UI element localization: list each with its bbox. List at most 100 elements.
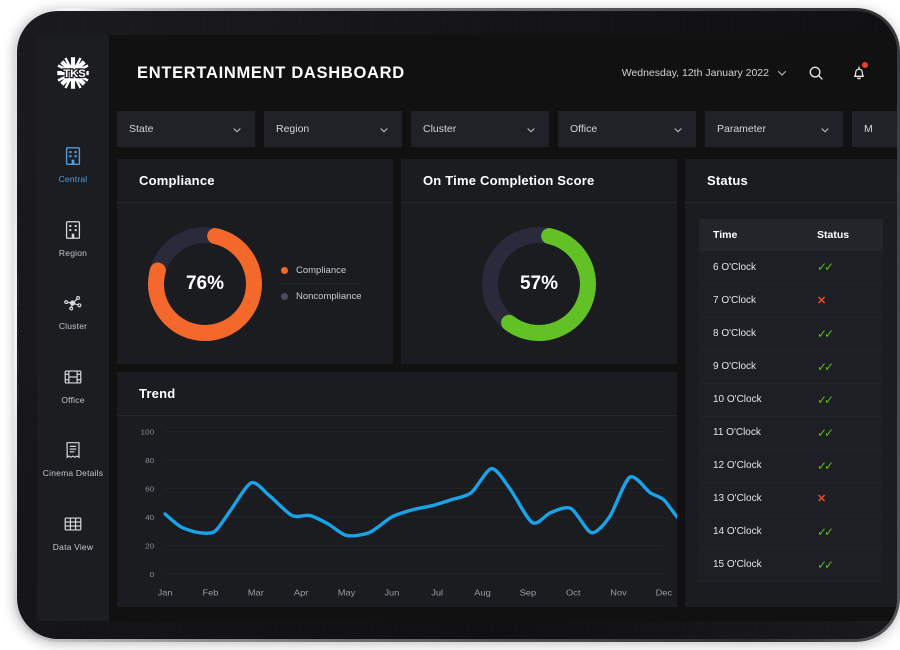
legend-item: Noncompliance (281, 283, 361, 309)
x-axis-tick-label: Oct (566, 588, 581, 597)
table-row[interactable]: 14 O'Clock ✓✓ (699, 515, 883, 548)
sidebar-item-cinema-details[interactable]: Cinema Details (37, 429, 109, 487)
filter-row: State Region Cluster (109, 111, 897, 147)
cell-status: ✓✓ (811, 251, 883, 284)
status-ok-icon: ✓✓ (817, 459, 831, 473)
table-row[interactable]: 12 O'Clock✓✓ (699, 449, 883, 482)
donut-graphic: 76% (143, 222, 267, 346)
cell-time: 14 O'Clock (699, 515, 811, 548)
svg-text:TKS: TKS (63, 68, 86, 80)
card-body: 020406080100JanFebMarAprMayJunJulAugSepO… (117, 416, 677, 607)
sidebar-item-label: Data View (53, 542, 93, 553)
filter-region[interactable]: Region (264, 111, 402, 147)
legend-color-dot (281, 267, 288, 274)
cell-status: ✕ (811, 284, 883, 317)
sidebar-item-central[interactable]: Central (37, 135, 109, 193)
film-strip-icon (62, 366, 84, 388)
filter-state[interactable]: State (117, 111, 255, 147)
card-title: On Time Completion Score (423, 173, 594, 188)
x-axis-tick-label: Sep (520, 588, 537, 597)
table-row[interactable]: 13 O'Clock✕ (699, 482, 883, 515)
table-row[interactable]: 7 O'Clock✕ (699, 284, 883, 317)
sidebar-item-label: Office (61, 395, 84, 406)
table-head: Time Status (699, 219, 883, 251)
x-axis-tick-label: Aug (474, 588, 491, 597)
y-axis-tick-label: 20 (145, 542, 154, 550)
cell-time: 10 O'Clock (699, 383, 811, 416)
cell-status: ✓✓ (811, 416, 883, 449)
sidebar-item-label: Region (59, 248, 87, 259)
network-nodes-icon (62, 292, 84, 314)
card-title: Trend (139, 386, 175, 401)
card-header: Status (685, 159, 897, 203)
status-ok-icon: ✓✓ (817, 426, 831, 440)
table-row[interactable]: 10 O'Clock ✓✓ (699, 383, 883, 416)
sidebar-item-label: Cluster (59, 321, 87, 332)
legend-color-dot (281, 293, 288, 300)
card-header: On Time Completion Score (401, 159, 677, 203)
sidebar-item-data-view[interactable]: Data View (37, 503, 109, 561)
y-axis-tick-label: 80 (145, 456, 154, 464)
sidebar-item-label: Central (59, 174, 88, 185)
tablet-bezel: TKS TKS Ce (17, 11, 897, 639)
main-area: ENTERTAINMENT DASHBOARD Wednesday, 12th … (109, 35, 897, 621)
status-ok-icon: ✓✓ (817, 393, 831, 407)
tablet-device-frame: TKS TKS Ce (14, 8, 900, 642)
top-cards-row: Compliance (117, 159, 677, 364)
table-row[interactable]: 6 O'Clock✓✓ (699, 251, 883, 284)
filter-label: Office (570, 123, 597, 135)
cell-time: 9 O'Clock (699, 350, 811, 383)
card-header: Trend (117, 372, 677, 416)
cell-time: 7 O'Clock (699, 284, 811, 317)
device-side-button (17, 383, 19, 405)
table-row[interactable]: 15 O'Clock✓✓ (699, 548, 883, 581)
table-row[interactable]: 11 O'Clock✓✓ (699, 416, 883, 449)
trend-line-chart: 020406080100JanFebMarAprMayJunJulAugSepO… (117, 416, 677, 607)
legend-label: Compliance (296, 265, 346, 276)
column-header-status: Status (811, 219, 883, 251)
sidebar-item-region[interactable]: Region (37, 209, 109, 267)
compliance-legend: Compliance Noncompliance (281, 258, 361, 309)
chevron-down-icon (819, 123, 831, 135)
sidebar: TKS TKS Ce (37, 35, 109, 621)
ontime-donut-chart: 57% (401, 203, 677, 364)
device-side-button (17, 347, 19, 375)
cell-status: ✓✓ (811, 350, 883, 383)
cell-status: ✓✓ (811, 317, 883, 350)
device-side-button (17, 273, 19, 307)
x-axis-tick-label: Mar (248, 588, 264, 597)
x-axis-tick-label: Feb (202, 588, 218, 597)
status-ok-icon: ✓✓ (817, 558, 831, 572)
y-axis-tick-label: 40 (145, 513, 154, 521)
sidebar-item-office[interactable]: Office (37, 356, 109, 414)
filter-month[interactable]: M (852, 111, 897, 147)
y-axis-tick-label: 0 (150, 570, 155, 578)
sidebar-item-cluster[interactable]: Cluster (37, 282, 109, 340)
notification-dot (862, 62, 868, 68)
device-camera-dot (19, 329, 24, 334)
table-row[interactable]: 8 O'Clock✓✓ (699, 317, 883, 350)
cell-status: ✓✓ (811, 515, 883, 548)
filter-cluster[interactable]: Cluster (411, 111, 549, 147)
card-header: Compliance (117, 159, 393, 203)
filter-office[interactable]: Office (558, 111, 696, 147)
status-ok-icon: ✓✓ (817, 525, 831, 539)
card-ontime-completion: On Time Completion Score (401, 159, 677, 364)
card-body: Time Status 6 O'Clock✓✓7 O'Clock✕8 O'Clo… (685, 203, 897, 607)
chevron-down-icon[interactable] (769, 60, 795, 86)
cell-status: ✓✓ (811, 383, 883, 416)
filter-label: M (864, 123, 873, 135)
card-body: 76% Compliance (117, 203, 393, 364)
table-row[interactable]: 9 O'Clock✓✓ (699, 350, 883, 383)
search-icon[interactable] (795, 58, 837, 88)
x-axis-tick-label: Jul (431, 588, 443, 597)
x-axis-tick-label: Jan (158, 588, 173, 597)
filter-label: Cluster (423, 123, 456, 135)
filter-parameter[interactable]: Parameter (705, 111, 843, 147)
donut-graphic: 57% (477, 222, 601, 346)
chevron-down-icon (231, 123, 243, 135)
table-header-row: Time Status (699, 219, 883, 251)
bell-icon[interactable] (837, 58, 881, 88)
cell-status: ✓✓ (811, 449, 883, 482)
date-display[interactable]: Wednesday, 12th January 2022 (622, 67, 769, 79)
